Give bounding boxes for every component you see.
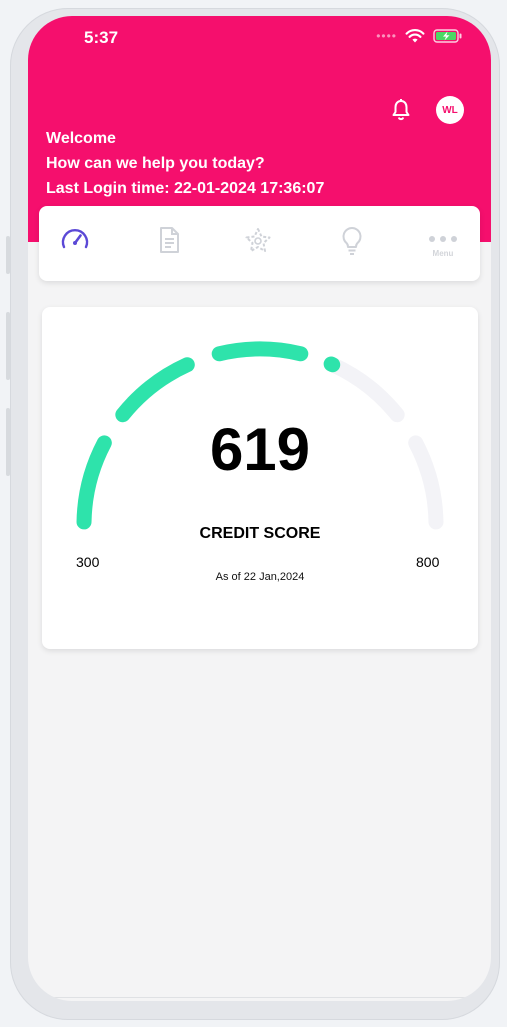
notification-bell-icon[interactable] — [390, 98, 412, 127]
nav-item-rewards[interactable] — [241, 226, 275, 261]
welcome-text: Welcome — [46, 130, 116, 147]
credit-score-card[interactable]: 619 CREDIT SCORE As of 22 Jan,2024 300 8… — [42, 307, 478, 649]
status-time: 5:37 — [84, 28, 119, 47]
help-text: How can we help you today? — [46, 155, 265, 172]
side-button — [6, 312, 10, 380]
nav-item-documents[interactable] — [157, 226, 181, 259]
menu-label: Menu — [432, 249, 454, 258]
avatar[interactable]: WL — [436, 96, 464, 124]
bottom-divider — [28, 997, 491, 998]
quick-nav-bar: Menu — [39, 206, 480, 281]
battery-icon — [433, 28, 463, 44]
status-icons: •••• — [376, 28, 463, 44]
gauge-fill-segment — [115, 357, 195, 423]
score-range-max: 800 — [416, 554, 440, 570]
nav-item-insights[interactable] — [341, 226, 363, 261]
app-screen: 5:37 •••• WL Welcome How can we help you… — [28, 16, 491, 1001]
document-icon — [157, 226, 181, 259]
side-button — [6, 236, 10, 274]
badge-star-icon — [241, 226, 275, 261]
last-login-text: Last Login time: 22-01-2024 17:36:07 — [46, 180, 325, 197]
gauge-fill-segment — [323, 356, 341, 373]
gauge-fill-segment — [211, 341, 309, 362]
credit-score-label: CREDIT SCORE — [199, 525, 321, 542]
greeting-block: Welcome How can we help you today? Last … — [46, 126, 324, 201]
signal-dots-icon: •••• — [376, 29, 397, 43]
credit-score-date: As of 22 Jan,2024 — [215, 571, 305, 583]
menu-dots-icon — [427, 230, 459, 248]
score-range-min: 300 — [76, 554, 100, 570]
gauge-track-segment — [325, 357, 405, 423]
wifi-icon — [405, 28, 425, 44]
lightbulb-icon — [341, 226, 363, 261]
credit-score-value: 619 — [209, 416, 311, 483]
nav-item-credit-score[interactable] — [59, 226, 91, 257]
speedometer-icon — [59, 226, 91, 257]
nav-item-menu[interactable]: Menu — [427, 230, 459, 258]
side-button — [6, 408, 10, 476]
